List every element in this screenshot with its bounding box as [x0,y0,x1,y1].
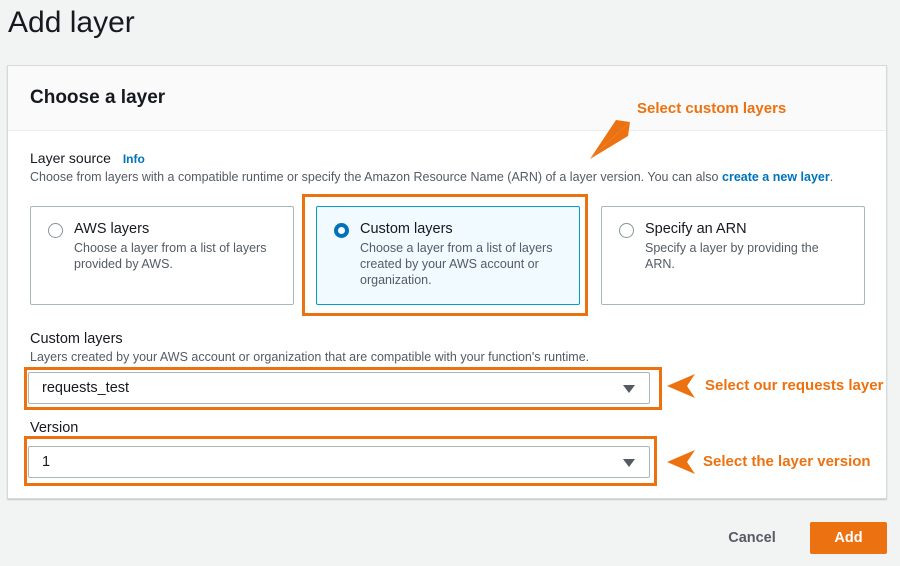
tile-title: Specify an ARN [645,221,747,237]
highlight-version-select-box [24,436,657,486]
tile-description: Choose a layer from a list of layers pro… [74,241,267,271]
arrow-pointer-icon [667,450,695,474]
page-title: Add layer [8,6,135,39]
radio-aws-layers[interactable] [48,223,63,238]
add-button[interactable]: Add [810,522,887,554]
arrow-pointer-icon [590,120,630,159]
create-new-layer-link[interactable]: create a new layer [722,170,830,184]
tile-title: AWS layers [74,221,150,237]
panel-title: Choose a layer [30,87,166,108]
layer-source-label: Layer source [30,150,111,166]
annotation-select-requests: Select our requests layer [705,377,884,394]
info-link[interactable]: Info [123,152,145,166]
radio-specify-arn[interactable] [619,223,634,238]
arrow-pointer-icon [667,374,695,398]
tile-specify-arn[interactable]: Specify an ARN Specify a layer by provid… [601,206,865,305]
highlight-custom-layers-select-box [24,367,662,410]
custom-layers-description: Layers created by your AWS account or or… [30,350,590,364]
panel-header: Choose a layer [8,66,886,131]
annotation-select-version: Select the layer version [703,453,871,470]
custom-layers-label: Custom layers [30,331,123,347]
annotation-select-custom: Select custom layers [637,100,787,117]
layer-source-label-row: Layer source Info [30,150,145,166]
highlight-custom-layers-box [302,194,588,316]
tile-description: Specify a layer by providing the ARN. [645,241,819,271]
layer-source-description: Choose from layers with a compatible run… [30,170,834,184]
cancel-button[interactable]: Cancel [716,522,788,554]
tile-aws-layers[interactable]: AWS layers Choose a layer from a list of… [30,206,294,305]
version-label: Version [30,420,79,436]
